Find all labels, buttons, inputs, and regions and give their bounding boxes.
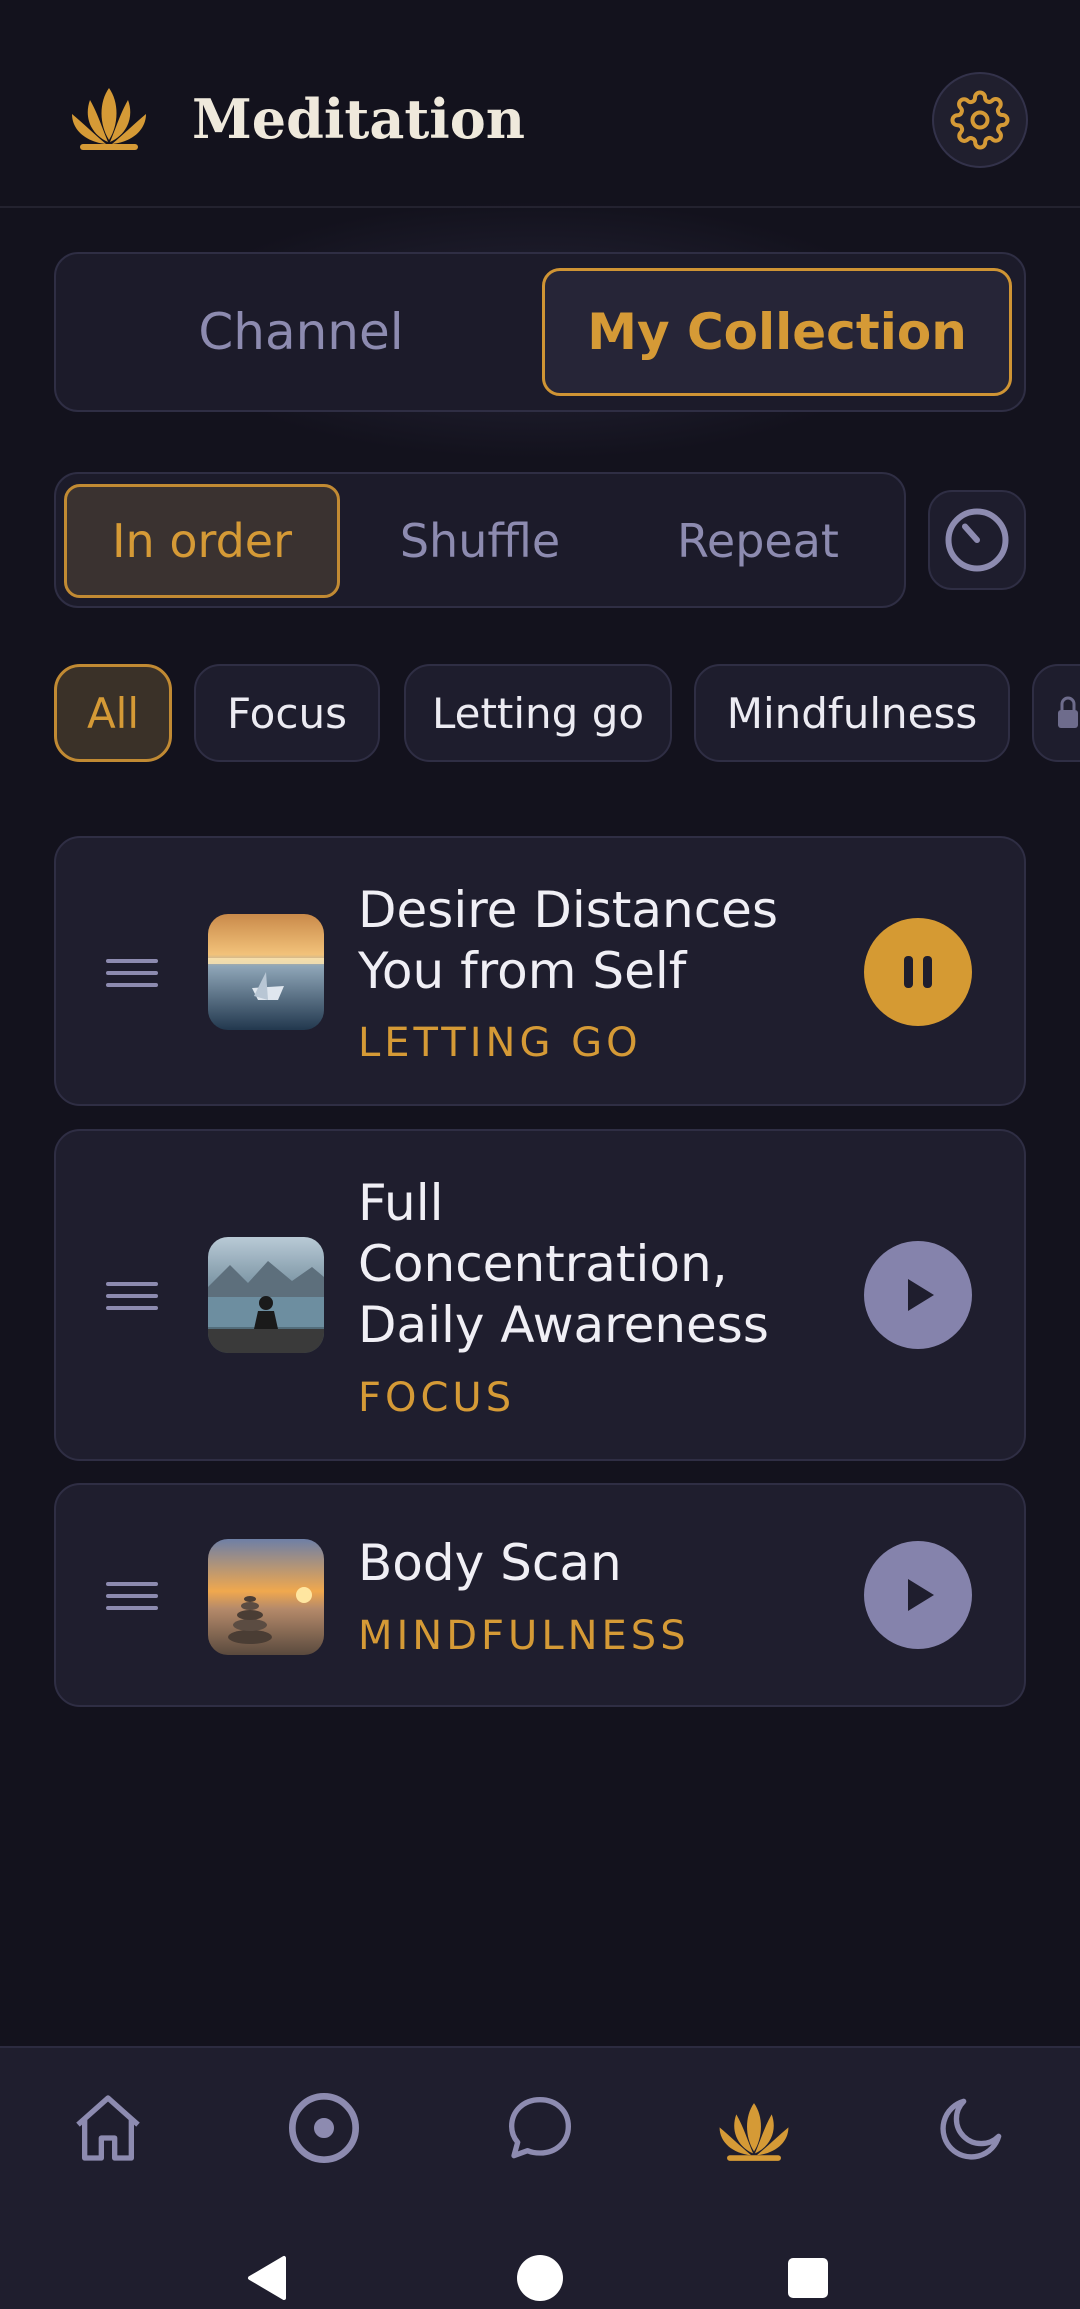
chat-bubble-icon[interactable] — [500, 2088, 580, 2168]
lotus-icon — [72, 88, 146, 150]
pause-button[interactable] — [864, 918, 972, 1026]
back-icon[interactable] — [240, 2248, 300, 2308]
track-title: Desire Distances You from Self — [358, 881, 778, 1000]
mode-shuffle[interactable]: Shuffle — [342, 484, 618, 598]
track-category: LETTING GO — [358, 1020, 642, 1066]
drag-handle-icon[interactable] — [106, 1581, 158, 1611]
tab-my-collection[interactable]: My Collection — [542, 268, 1012, 396]
track-card[interactable]: Desire Distances You from Self LETTING G… — [54, 836, 1026, 1106]
source-tabs: Channel My Collection — [54, 252, 1026, 412]
lotus-icon[interactable] — [714, 2092, 794, 2172]
play-button[interactable] — [864, 1241, 972, 1349]
filter-chip-overflow[interactable] — [1032, 664, 1080, 762]
lock-icon — [1058, 696, 1078, 728]
track-card[interactable]: Full Concentration, Daily Awareness FOCU… — [54, 1129, 1026, 1461]
timer-icon — [945, 508, 1009, 572]
track-category: FOCUS — [358, 1375, 516, 1421]
gear-icon — [950, 90, 1010, 150]
track-thumbnail — [208, 914, 324, 1030]
moon-icon[interactable] — [932, 2088, 1012, 2168]
play-icon — [908, 1279, 934, 1311]
mode-in-order[interactable]: In order — [64, 484, 340, 598]
filter-chip-all[interactable]: All — [54, 664, 172, 762]
app-title: Meditation — [192, 87, 526, 151]
pause-icon — [904, 956, 932, 988]
play-icon — [908, 1579, 934, 1611]
filter-chip-focus[interactable]: Focus — [194, 664, 380, 762]
tab-channel[interactable]: Channel — [66, 268, 536, 396]
track-title: Full Concentration, Daily Awareness — [358, 1174, 769, 1354]
target-icon[interactable] — [284, 2088, 364, 2168]
home-icon[interactable] — [68, 2088, 148, 2168]
play-button[interactable] — [864, 1541, 972, 1649]
home-circle-icon[interactable] — [510, 2248, 570, 2308]
track-thumbnail — [208, 1237, 324, 1353]
app-header: Meditation — [0, 0, 1080, 208]
drag-handle-icon[interactable] — [106, 1281, 158, 1311]
track-card[interactable]: Body Scan MINDFULNESS — [54, 1483, 1026, 1707]
category-filter-bar: All Focus Letting go Mindfulness — [54, 664, 1080, 764]
filter-chip-mindfulness[interactable]: Mindfulness — [694, 664, 1010, 762]
track-category: MINDFULNESS — [358, 1613, 690, 1659]
sleep-timer-button[interactable] — [928, 490, 1026, 590]
track-title: Body Scan — [358, 1534, 622, 1592]
settings-button[interactable] — [932, 72, 1028, 168]
drag-handle-icon[interactable] — [106, 958, 158, 988]
recents-square-icon[interactable] — [778, 2248, 838, 2308]
bottom-navigation — [0, 2046, 1080, 2309]
mode-repeat[interactable]: Repeat — [620, 484, 896, 598]
filter-chip-letting-go[interactable]: Letting go — [404, 664, 672, 762]
playback-mode-selector: In order Shuffle Repeat — [54, 472, 906, 608]
track-thumbnail — [208, 1539, 324, 1655]
